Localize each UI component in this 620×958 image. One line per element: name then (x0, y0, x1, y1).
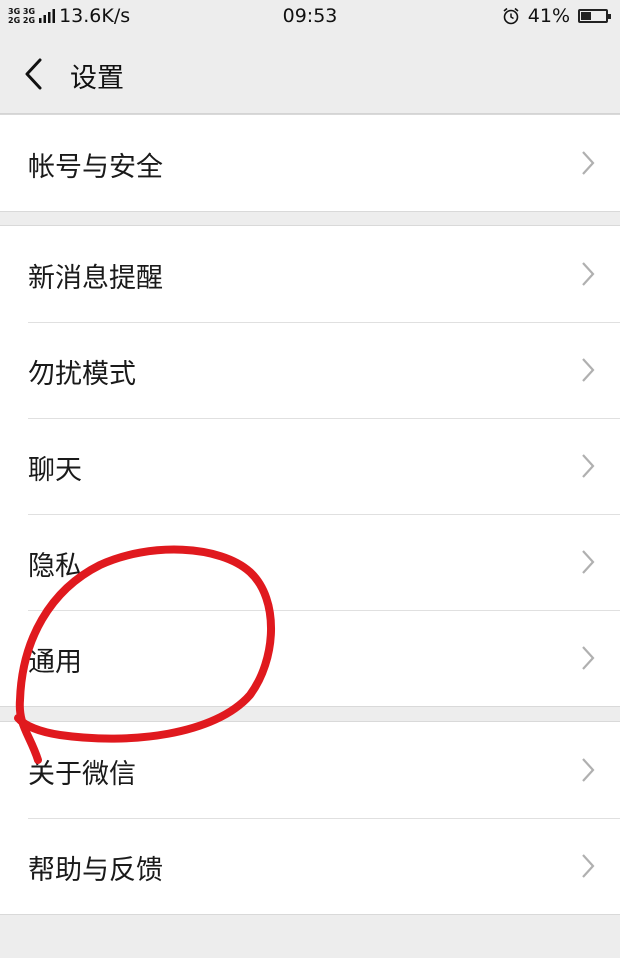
settings-item-label: 通用 (28, 647, 82, 678)
settings-item-account-security[interactable]: 帐号与安全 (0, 115, 620, 211)
chevron-right-icon (582, 262, 595, 286)
settings-group-about: 关于微信 帮助与反馈 (0, 721, 620, 915)
status-right: 41% (502, 5, 611, 27)
battery-icon (578, 9, 611, 23)
settings-item-label: 帮助与反馈 (28, 855, 163, 886)
nav-bar: 设置 (0, 34, 620, 114)
settings-group-main: 新消息提醒 勿扰模式 聊天 隐私 通用 (0, 225, 620, 707)
settings-item-label: 关于微信 (28, 759, 136, 790)
chevron-right-icon (582, 758, 595, 782)
settings-item-general[interactable]: 通用 (0, 610, 620, 706)
settings-item-label: 隐私 (28, 551, 82, 582)
chevron-right-icon (582, 854, 595, 878)
chevron-right-icon (582, 151, 595, 175)
chevron-left-icon[interactable] (20, 56, 50, 92)
settings-item-about-wechat[interactable]: 关于微信 (0, 722, 620, 818)
settings-item-chat[interactable]: 聊天 (0, 418, 620, 514)
settings-item-label: 勿扰模式 (28, 359, 136, 390)
settings-item-new-message-alerts[interactable]: 新消息提醒 (0, 226, 620, 322)
battery-percent: 41% (527, 5, 570, 27)
alarm-icon (503, 7, 519, 25)
settings-item-label: 聊天 (28, 455, 82, 486)
settings-item-privacy[interactable]: 隐私 (0, 514, 620, 610)
settings-item-help-feedback[interactable]: 帮助与反馈 (0, 818, 620, 914)
status-bar: 3G 3G 2G 2G 13.6K/s 09:53 41% (0, 0, 620, 34)
chevron-right-icon (582, 550, 595, 574)
settings-item-label: 帐号与安全 (28, 152, 163, 183)
settings-item-label: 新消息提醒 (28, 263, 163, 294)
chevron-right-icon (582, 454, 595, 478)
page-title: 设置 (70, 63, 124, 94)
settings-item-do-not-disturb[interactable]: 勿扰模式 (0, 322, 620, 418)
settings-group-account: 帐号与安全 (0, 114, 620, 212)
chevron-right-icon (582, 646, 595, 670)
chevron-right-icon (582, 358, 595, 382)
